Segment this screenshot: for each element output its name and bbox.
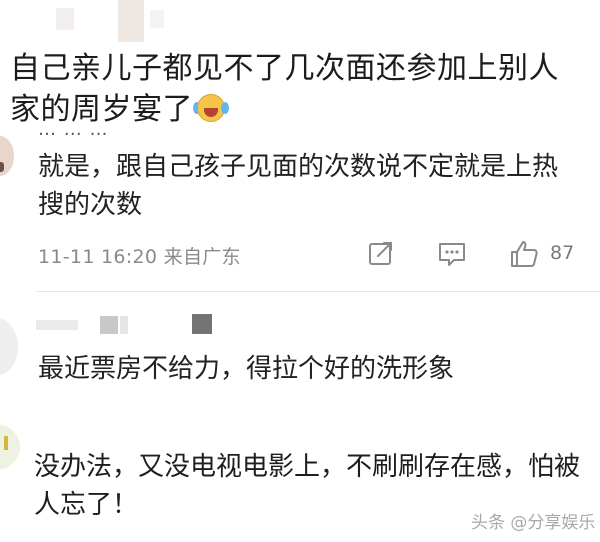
username-blur xyxy=(100,316,118,334)
username-blur xyxy=(120,316,128,334)
like-count: 87 xyxy=(550,242,575,264)
top-blur-block xyxy=(150,10,164,28)
reply-username[interactable]: … … … xyxy=(38,126,218,138)
like-icon xyxy=(511,241,538,267)
reply-text: 就是，跟自己孩子见面的次数说不定就是上热搜的次数 xyxy=(38,152,559,220)
comment-avatar[interactable] xyxy=(0,424,20,470)
reply-meta: 11-11 16:20 来自广东 xyxy=(38,242,241,269)
reply-timestamp: 11-11 16:20 xyxy=(38,246,158,268)
username-blur xyxy=(36,320,78,330)
top-blur-block xyxy=(56,8,74,30)
watermark: 头条 @分享娱乐 xyxy=(471,513,596,533)
crying-laughing-emoji-icon xyxy=(193,94,229,122)
quoted-comment-text: 自己亲儿子都见不了几次面还参加上别人家的周岁宴了 xyxy=(10,51,559,127)
reply-location: 来自广东 xyxy=(163,246,241,268)
quoted-comment: 自己亲儿子都见不了几次面还参加上别人家的周岁宴了 xyxy=(10,48,570,130)
comment-avatar[interactable] xyxy=(0,318,18,376)
username-blur xyxy=(192,314,212,334)
top-blur-block xyxy=(118,0,144,42)
share-button[interactable] xyxy=(364,238,396,270)
like-button[interactable] xyxy=(508,238,540,270)
comment-text: 最近票房不给力，得拉个好的洗形象 xyxy=(38,354,455,384)
reply-avatar-detail xyxy=(0,162,4,172)
share-icon xyxy=(369,242,392,265)
comment-icon xyxy=(439,243,465,266)
divider xyxy=(36,291,600,292)
avatar-detail xyxy=(4,436,8,450)
comment-button[interactable] xyxy=(436,238,468,270)
